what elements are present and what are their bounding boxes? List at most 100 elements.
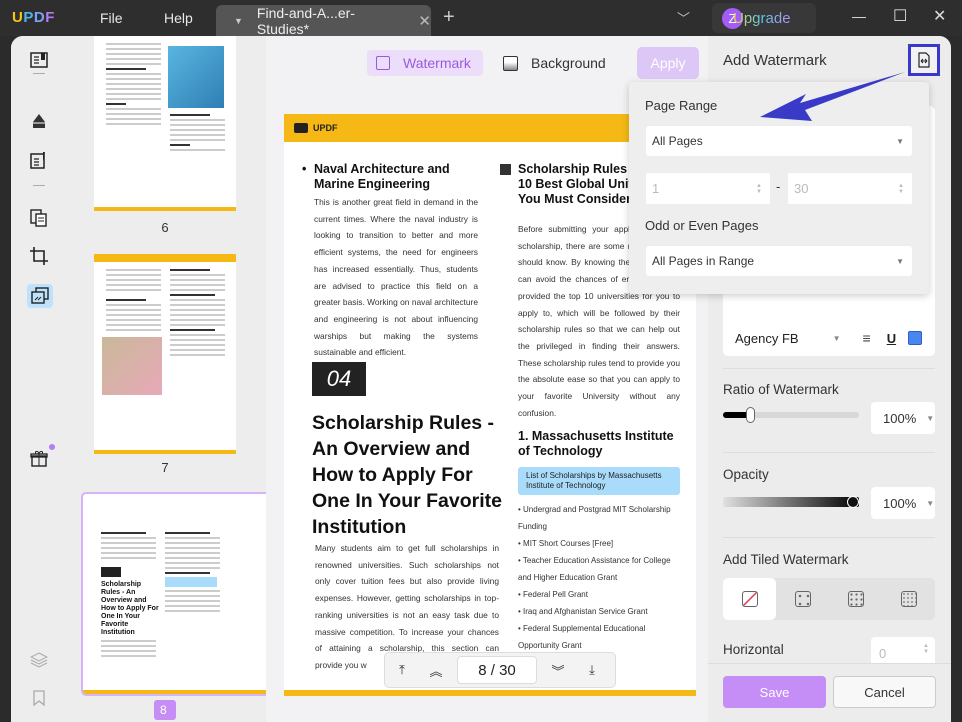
menu-help[interactable]: Help: [164, 10, 193, 26]
fit-width-button[interactable]: [908, 44, 940, 76]
brand-name: UPDF: [313, 123, 338, 133]
font-toolbar: Agency FB ▼ ≡ U: [723, 320, 935, 356]
tile-4x4-option[interactable]: [882, 578, 935, 620]
opacity-value-select[interactable]: 100% ▼: [871, 487, 935, 519]
watermark-tab-label: Watermark: [403, 55, 471, 71]
previous-page-icon[interactable]: ︽: [419, 661, 453, 680]
tile-2x2-option[interactable]: [776, 578, 829, 620]
section-title: Scholarship Rules - An Overview and How …: [312, 412, 502, 538]
last-page-icon[interactable]: ⤓: [575, 662, 609, 678]
align-icon[interactable]: ≡: [863, 330, 871, 346]
thumbnail-image: [168, 46, 224, 108]
underline-icon[interactable]: U: [887, 331, 896, 346]
page-navigator: ⤒ ︽ 8 / 30 ︾ ⤓: [384, 652, 616, 688]
watermark-tab[interactable]: Watermark: [367, 50, 483, 76]
page-thumbnail-7[interactable]: [94, 254, 236, 454]
horizontal-input[interactable]: 0 ▲ ▼: [871, 637, 935, 663]
upgrade-button[interactable]: Z Upgrade: [712, 3, 816, 33]
title-bar: UPDF File Help ▼ Find-and-A...er-Studies…: [0, 0, 962, 37]
ratio-slider-handle[interactable]: [746, 407, 756, 423]
font-select[interactable]: Agency FB: [735, 331, 799, 346]
opacity-label: Opacity: [723, 467, 769, 482]
font-dropdown-icon[interactable]: ▼: [833, 334, 841, 343]
tab-close-icon[interactable]: ✕: [418, 12, 431, 30]
ratio-slider[interactable]: [723, 407, 859, 423]
new-tab-button[interactable]: +: [443, 6, 455, 29]
tab-title: Find-and-A...er-Studies*: [256, 4, 355, 37]
mit-list: • Undergrad and Postgrad MIT Scholarship…: [518, 501, 680, 654]
watermark-tool-icon[interactable]: [27, 284, 53, 308]
comment-highlighter-icon[interactable]: [27, 110, 51, 130]
to-page-input[interactable]: 30 ▲ ▼: [788, 173, 912, 204]
list-item: • Undergrad and Postgrad MIT Scholarship…: [518, 505, 671, 532]
page-number-6: 6: [161, 220, 169, 235]
opacity-slider-handle[interactable]: [847, 496, 859, 508]
first-page-icon[interactable]: ⤒: [385, 662, 419, 678]
list-item: • Federal Pell Grant: [518, 590, 588, 600]
menu-file[interactable]: File: [100, 10, 123, 26]
layers-icon[interactable]: [27, 650, 51, 670]
page-range-popup: Page Range All Pages ▼ 1 ▲ ▼ - 30 ▲ ▼ Odd or …: [629, 82, 929, 294]
tile-2x2-icon: [794, 591, 811, 607]
page-number-input[interactable]: 8 / 30: [457, 656, 537, 684]
tile-4x4-icon: [900, 591, 917, 607]
bookmark-icon[interactable]: [27, 688, 51, 708]
col1-heading: • Naval Architecture and Marine Engineeri…: [302, 162, 450, 191]
window-close-button[interactable]: ✕: [933, 6, 946, 26]
dropdown-arrow-icon: ▼: [896, 256, 904, 266]
col1-body: This is another great field in demand in…: [314, 197, 478, 358]
edit-pdf-icon[interactable]: [27, 150, 51, 170]
thumbnail-image: [102, 337, 162, 395]
opacity-slider[interactable]: [723, 496, 859, 508]
odd-even-label: Odd or Even Pages: [645, 218, 759, 233]
organize-pages-icon[interactable]: [27, 208, 51, 228]
notification-dot: [49, 444, 55, 450]
next-page-icon[interactable]: ︾: [541, 661, 575, 680]
tab-list-chevron-icon[interactable]: ﹀: [677, 8, 690, 27]
left-toolbar: [11, 36, 66, 722]
document-tab[interactable]: ▼ Find-and-A...er-Studies* ✕: [216, 4, 431, 37]
panel-title: Add Watermark: [723, 52, 827, 69]
range-dash: -: [776, 179, 781, 194]
background-icon: [503, 55, 518, 71]
tab-dropdown-icon[interactable]: ▼: [234, 16, 243, 26]
tile-options: [723, 578, 935, 620]
section-number: 04: [312, 362, 366, 396]
tile-none-option[interactable]: [723, 578, 776, 620]
background-tab[interactable]: Background: [503, 50, 613, 76]
no-tile-icon: [741, 591, 758, 607]
separator: [33, 73, 45, 74]
separator: [33, 185, 45, 186]
reader-icon[interactable]: [27, 50, 51, 70]
ratio-label: Ratio of Watermark: [723, 382, 839, 397]
page-range-label: Page Range: [645, 98, 718, 113]
watermark-icon: [376, 56, 390, 70]
tile-3x3-option[interactable]: [829, 578, 882, 620]
list-item: • MIT Short Courses [Free]: [518, 539, 614, 549]
updf-logo: UPDF: [12, 9, 55, 26]
mit-heading: 1. Massachusetts Institute of Technology: [518, 429, 674, 459]
page-thumbnail-6[interactable]: [94, 36, 236, 211]
list-item: • Teacher Education Assistance for Colle…: [518, 556, 671, 583]
brand-logo-icon: [294, 123, 308, 133]
background-tab-label: Background: [531, 55, 606, 71]
gift-icon[interactable]: [27, 444, 55, 468]
dropdown-arrow-icon: ▼: [896, 136, 904, 146]
minimize-button[interactable]: —: [852, 8, 866, 24]
upgrade-label: Upgrade: [733, 9, 791, 27]
mit-scholarship-box: List of Scholarships by Massachusetts In…: [518, 467, 680, 496]
apply-button[interactable]: Apply: [637, 47, 699, 79]
save-button[interactable]: Save: [723, 676, 826, 708]
font-color-swatch[interactable]: [908, 331, 923, 345]
crop-icon[interactable]: [27, 246, 51, 266]
page-number-7: 7: [161, 460, 169, 475]
page-range-select[interactable]: All Pages ▼: [646, 126, 912, 156]
list-item: • Federal Supplemental Educational Oppor…: [518, 624, 646, 651]
cancel-button[interactable]: Cancel: [833, 676, 936, 708]
ratio-value-select[interactable]: 100% ▼: [871, 402, 935, 434]
tiled-label: Add Tiled Watermark: [723, 552, 849, 567]
page-number-8-selected: 8: [154, 700, 176, 720]
maximize-button[interactable]: ☐: [893, 6, 907, 26]
odd-even-select[interactable]: All Pages in Range ▼: [646, 246, 912, 276]
from-page-input[interactable]: 1 ▲ ▼: [646, 173, 770, 204]
